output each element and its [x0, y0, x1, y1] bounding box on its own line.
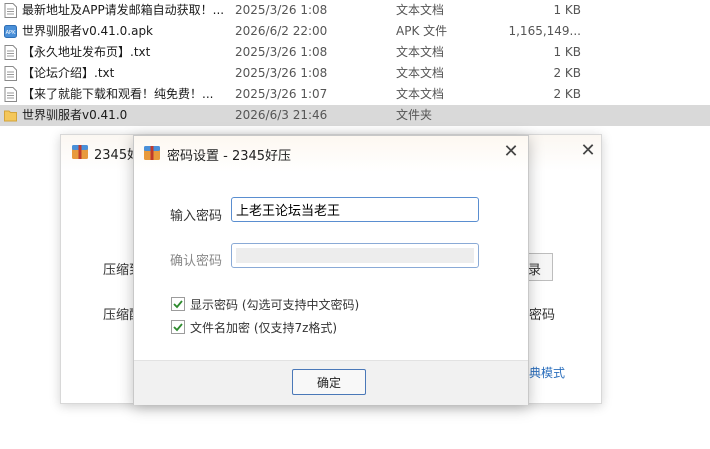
ok-button[interactable]: 确定	[292, 369, 366, 395]
password-label: 输入密码	[170, 209, 223, 224]
file-row[interactable]: 【永久地址发布页】.txt 2025/3/26 1:08 文本文档 1 KB	[0, 42, 710, 63]
file-size: 1 KB	[553, 45, 581, 59]
file-type: 文本文档	[396, 66, 445, 80]
confirm-password-label: 确认密码	[170, 254, 223, 269]
dialog-title-bar: 密码设置 - 2345好压 ✕	[134, 136, 528, 172]
file-date: 2025/3/26 1:08	[235, 66, 328, 80]
file-name: 【来了就能下载和观看！纯免费！...	[22, 87, 214, 101]
file-name: 【论坛介绍】.txt	[22, 66, 115, 80]
text-file-icon	[4, 87, 17, 102]
file-date: 2025/3/26 1:07	[235, 87, 328, 101]
file-name: 世界驯服者v0.41.0.apk	[22, 24, 154, 38]
encrypt-filename-label: 文件名加密 (仅支持7z格式)	[190, 321, 338, 335]
folder-icon	[4, 110, 17, 122]
file-row[interactable]: 最新地址及APP请发邮箱自动获取！... 2025/3/26 1:08 文本文档…	[0, 0, 710, 21]
file-row[interactable]: APK 世界驯服者v0.41.0.apk 2026/6/2 22:00 APK …	[0, 21, 710, 42]
file-list: 最新地址及APP请发邮箱自动获取！... 2025/3/26 1:08 文本文档…	[0, 0, 710, 126]
password-input[interactable]	[231, 197, 479, 222]
file-date: 2025/3/26 1:08	[235, 45, 328, 59]
file-type: 文本文档	[396, 87, 445, 101]
file-type: 文本文档	[396, 45, 445, 59]
file-date: 2026/6/3 21:46	[235, 108, 328, 122]
file-date: 2026/6/2 22:00	[235, 24, 328, 38]
close-icon[interactable]: ✕	[577, 140, 599, 162]
file-row[interactable]: 【论坛介绍】.txt 2025/3/26 1:08 文本文档 2 KB	[0, 63, 710, 84]
haozip-logo-icon	[144, 146, 160, 160]
file-name: 世界驯服者v0.41.0	[22, 108, 128, 122]
file-size: 2 KB	[553, 66, 581, 80]
file-size: 2 KB	[553, 87, 581, 101]
dialog-title: 密码设置 - 2345好压	[167, 149, 292, 164]
text-file-icon	[4, 45, 17, 60]
show-password-label: 显示密码 (勾选可支持中文密码)	[190, 298, 360, 312]
text-file-icon	[4, 66, 17, 81]
text-file-icon	[4, 3, 17, 18]
file-name: 【永久地址发布页】.txt	[22, 45, 151, 59]
file-date: 2025/3/26 1:08	[235, 3, 328, 17]
file-type: APK 文件	[396, 24, 448, 38]
file-type: 文本文档	[396, 3, 445, 17]
apk-file-icon: APK	[4, 25, 17, 38]
file-type: 文件夹	[396, 108, 433, 122]
file-row-selected[interactable]: 世界驯服者v0.41.0 2026/6/3 21:46 文件夹	[0, 105, 710, 126]
checkmark-icon	[173, 323, 183, 332]
password-label-fragment: 密码	[529, 308, 556, 323]
encrypt-filename-checkbox[interactable]	[171, 320, 185, 334]
svg-text:APK: APK	[6, 30, 16, 36]
file-size: 1,165,149...	[508, 24, 581, 38]
confirm-password-input[interactable]	[231, 243, 479, 268]
file-row[interactable]: 【来了就能下载和观看！纯免费！... 2025/3/26 1:07 文本文档 2…	[0, 84, 710, 105]
haozip-logo-icon	[72, 145, 88, 159]
close-icon[interactable]: ✕	[500, 141, 522, 163]
browse-button-label: 录	[528, 263, 542, 278]
file-name: 最新地址及APP请发邮箱自动获取！...	[22, 3, 225, 17]
checkmark-icon	[173, 300, 183, 309]
password-settings-dialog: 密码设置 - 2345好压 ✕ 输入密码 确认密码 显示密码 (勾选可支持中文密…	[133, 135, 529, 405]
show-password-checkbox[interactable]	[171, 297, 185, 311]
dialog-footer: 确定	[134, 360, 528, 405]
file-size: 1 KB	[553, 3, 581, 17]
